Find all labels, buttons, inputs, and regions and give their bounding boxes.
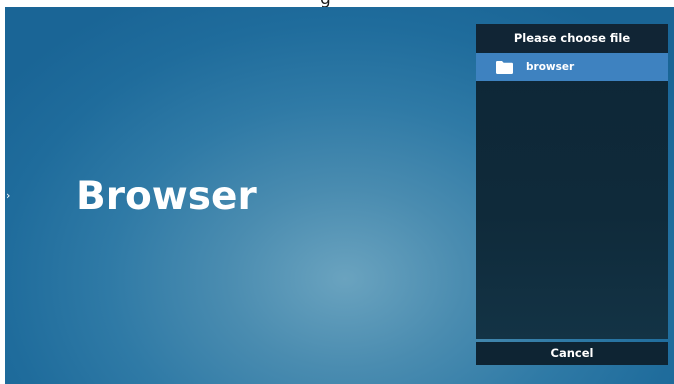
expand-arrow-icon[interactable]: › bbox=[6, 190, 10, 201]
folder-icon bbox=[496, 60, 513, 74]
app-title: Browser bbox=[76, 174, 257, 219]
file-chooser-panel: Please choose file browser bbox=[476, 24, 668, 339]
file-chooser-header: Please choose file bbox=[476, 24, 668, 52]
cancel-button[interactable]: Cancel bbox=[476, 342, 668, 365]
file-list-item-label: browser bbox=[526, 61, 575, 73]
file-list-item[interactable]: browser bbox=[476, 53, 668, 81]
app-screen: › Browser Please choose file browser Can… bbox=[5, 7, 674, 384]
